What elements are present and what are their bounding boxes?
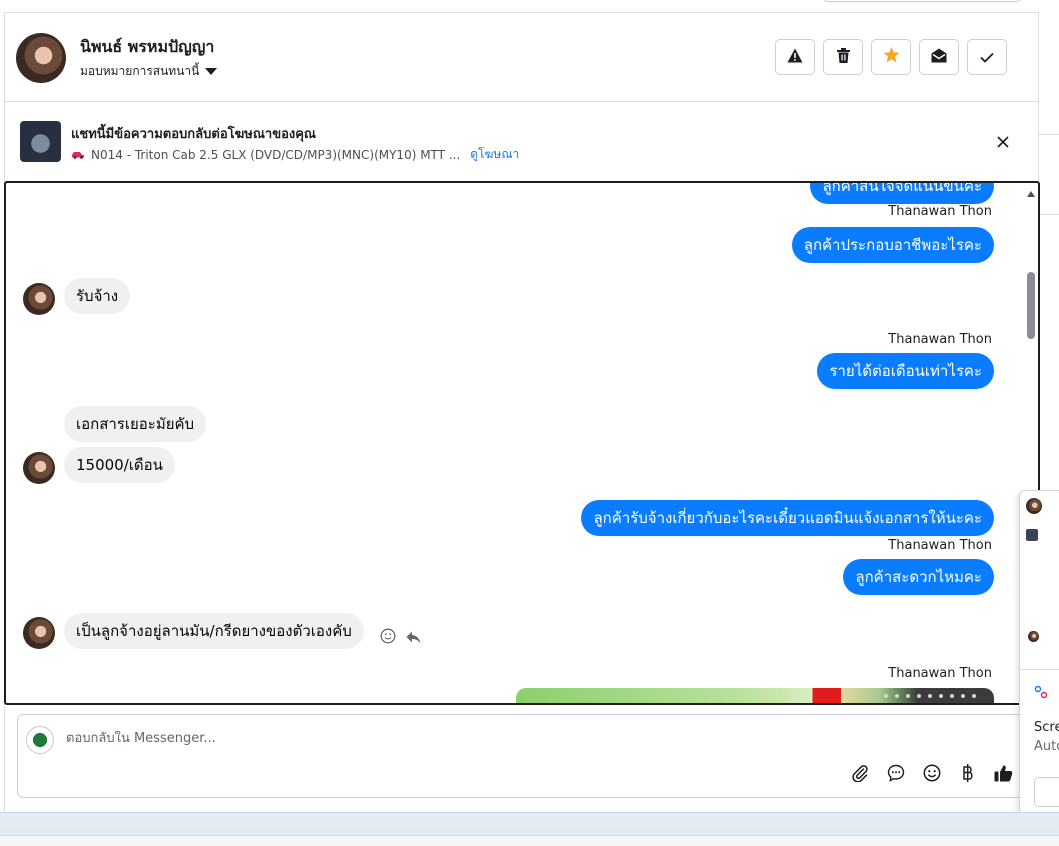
incoming-message: เอกสารเยอะมัยคับ — [64, 406, 207, 442]
scrollbar-thumb[interactable] — [1027, 272, 1035, 339]
taskbar — [0, 835, 1059, 846]
ad-product-text: N014 - Triton Cab 2.5 GLX (DVD/CD/MP3)(M… — [91, 147, 461, 162]
incoming-message: เป็นลูกจ้างอยู่ลานมัน/กรีดยางของตัวเองคั… — [64, 613, 364, 649]
outgoing-message: รายได้ต่อเดือนเท่าไรคะ — [817, 353, 994, 389]
assign-label: มอบหมายการสนทนานี้ — [80, 64, 200, 78]
scroll-up-arrow-icon[interactable] — [1027, 191, 1035, 197]
mark-done-button[interactable] — [967, 39, 1007, 75]
payment-button[interactable] — [958, 763, 977, 786]
ad-reply-banner: แชทนี้มีข้อความตอบกลับต่อโฆษณาของคุณ N01… — [5, 102, 1038, 182]
sender-name: Thanawan Thon — [888, 666, 992, 681]
saved-replies-button[interactable] — [886, 764, 905, 786]
ad-thumbnail[interactable] — [20, 121, 61, 162]
outgoing-message: ลูกค้าประกอบอาชีพอะไรคะ — [791, 227, 994, 263]
reply-arrow-icon[interactable] — [406, 629, 421, 648]
contact-name[interactable]: นิพนธ์ พรหมปัญญา — [80, 35, 214, 60]
thumbs-up-icon — [994, 764, 1013, 786]
close-banner-button[interactable] — [992, 131, 1014, 153]
conversation-header: นิพนธ์ พรหมปัญญา มอบหมายการสนทนานี้ — [5, 13, 1038, 102]
reply-composer — [17, 714, 1023, 798]
speech-bubble-icon — [887, 764, 905, 786]
ad-banner-title: แชทนี้มีข้อความตอบกลับต่อโฆษณาของคุณ — [71, 127, 316, 142]
contact-avatar-small[interactable] — [23, 452, 55, 484]
message-actions — [380, 628, 421, 648]
outgoing-message: ลูกค้ารับจ้างเกี่ยวกับอะไรคะเดี๋ยวแอดมิน… — [581, 500, 994, 536]
contact-avatar-small[interactable] — [23, 283, 55, 315]
notification-button[interactable] — [1034, 777, 1059, 807]
delete-button[interactable] — [823, 39, 863, 75]
contact-avatar[interactable] — [16, 33, 66, 83]
mark-unread-button[interactable] — [919, 39, 959, 75]
snipping-tool-icon — [1034, 684, 1048, 699]
sender-name: Thanawan Thon — [888, 332, 992, 347]
checkmark-icon — [980, 48, 994, 67]
right-divider — [1039, 134, 1059, 135]
smiley-icon — [923, 764, 941, 786]
notification-title: Scre — [1034, 720, 1059, 735]
react-smiley-icon[interactable] — [380, 628, 396, 648]
star-icon — [883, 47, 900, 67]
composer-toolbar — [850, 763, 1013, 786]
emoji-button[interactable] — [922, 764, 941, 786]
outgoing-message: ลูกค้าสนใจจัดแน่นขึ้นคะ — [810, 183, 994, 204]
car-icon — [71, 148, 85, 162]
sender-name: Thanawan Thon — [888, 538, 992, 553]
page-logo-avatar — [26, 726, 54, 754]
warning-icon — [787, 48, 803, 67]
ad-product-line: N014 - Triton Cab 2.5 GLX (DVD/CD/MP3)(M… — [71, 145, 519, 164]
notification-subtitle: Auto — [1034, 739, 1059, 754]
mini-avatar — [1026, 498, 1042, 514]
message-thread[interactable]: ลูกค้าสนใจจัดแน่นขึ้นคะ Thanawan Thon ลู… — [4, 181, 1040, 705]
mini-ad-thumbnail — [1026, 529, 1038, 541]
sender-name: Thanawan Thon — [888, 204, 992, 219]
contact-avatar-small[interactable] — [23, 617, 55, 649]
paperclip-icon — [851, 764, 869, 786]
incoming-message: 15000/เดือน — [64, 447, 175, 483]
incoming-message: รับจ้าง — [64, 278, 131, 314]
outgoing-message: ลูกค้าสะดวกไหมคะ — [843, 559, 994, 595]
chevron-down-icon — [205, 68, 218, 75]
report-spam-button[interactable] — [775, 39, 815, 75]
top-button-partial[interactable] — [822, 0, 1022, 2]
view-ad-link[interactable]: ดูโฆษณา — [470, 145, 519, 164]
envelope-open-icon — [931, 48, 947, 67]
desktop-background — [0, 812, 1059, 846]
trash-icon — [836, 47, 850, 67]
side-popup-window[interactable]: Scre Auto — [1019, 490, 1059, 825]
assign-conversation-dropdown[interactable]: มอบหมายการสนทนานี้ — [80, 62, 218, 81]
attach-button[interactable] — [850, 764, 869, 786]
reply-input[interactable] — [66, 731, 966, 746]
star-button[interactable] — [871, 39, 911, 75]
mini-avatar — [1028, 631, 1039, 642]
baht-icon — [962, 763, 974, 786]
close-icon — [997, 133, 1009, 152]
divider — [1020, 669, 1059, 670]
right-divider — [1039, 214, 1059, 215]
top-strip — [0, 0, 1059, 12]
carousel-dots — [884, 694, 976, 698]
send-like-button[interactable] — [994, 764, 1013, 786]
